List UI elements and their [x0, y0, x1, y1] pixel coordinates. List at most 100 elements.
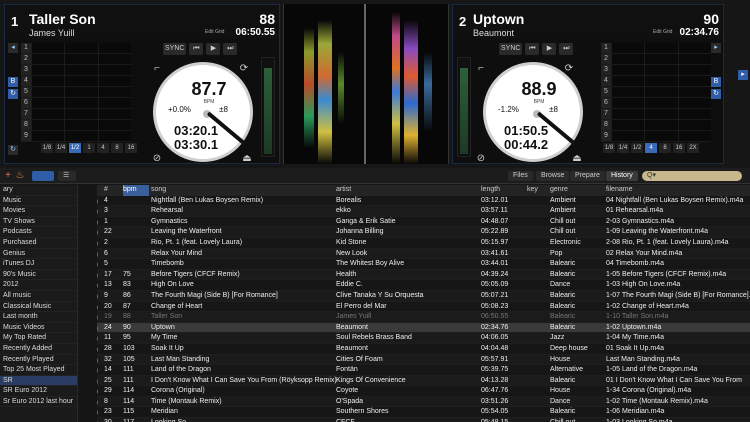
play-icon[interactable]: ▶	[206, 43, 221, 55]
table-row[interactable]: 30117Looking SoCFCF05:48.15 Chill out1-03…	[97, 418, 750, 422]
deck-1-loop-side[interactable]: ↻	[8, 89, 18, 99]
pad-row[interactable]: 9	[21, 131, 131, 142]
sidebar-item[interactable]: Music	[0, 196, 77, 207]
deck-1-sync-side[interactable]: B	[8, 77, 18, 87]
table-row[interactable]: 2 Rio, Pt. 1 (feat. Lovely Laura) Kid Ston…	[97, 238, 750, 249]
table-row[interactable]: 5 Timebomb The Whitest Boy Alive 03:44.01 Ba…	[97, 259, 750, 270]
sidebar-item[interactable]: My Top Rated	[0, 333, 77, 344]
table-row[interactable]: 24 90 Uptown Beaumont 02:34.76 Balearic 1-02 U…	[97, 322, 750, 334]
sidebar-item[interactable]: Recently Added	[0, 344, 77, 355]
pad-row[interactable]: 9	[601, 131, 711, 142]
deck-2-edit-grid[interactable]: Edit Grid	[653, 29, 672, 35]
loop-button[interactable]: 1/2	[631, 143, 643, 153]
table-row[interactable]: 17 75 Before Tigers (CFCF Remix) Health 04:3…	[97, 269, 750, 281]
sidebar-item[interactable]: Music Videos	[0, 323, 77, 334]
prev-track-icon[interactable]: ⏮	[525, 43, 540, 55]
search-input[interactable]: Q▾	[642, 171, 742, 181]
sync-button[interactable]: SYNC	[163, 43, 187, 55]
next-track-icon[interactable]: ⏭	[559, 43, 574, 55]
loop-button[interactable]: 1/8	[603, 143, 615, 153]
col-header-num[interactable]: #	[104, 185, 120, 196]
col-header-bpm[interactable]: bpm	[123, 185, 149, 196]
col-header-genre[interactable]: genre	[550, 185, 606, 196]
deck-1-repeat-icon[interactable]: ↻	[8, 145, 18, 155]
pad-row[interactable]: 8	[601, 120, 711, 131]
table-row[interactable]: 23 115 Meridian Southern Shores 05:54.05 Bale…	[97, 407, 750, 419]
deck-1-sync-icon[interactable]: ⟳	[238, 63, 250, 75]
loop-button[interactable]: 8	[659, 143, 671, 153]
pad-row[interactable]: 7	[601, 109, 711, 120]
loop-button[interactable]: 8	[111, 143, 123, 153]
pad-row[interactable]: 6	[601, 98, 711, 109]
sidebar-item[interactable]: 2012	[0, 280, 77, 291]
deck-1-edit-grid[interactable]: Edit Grid	[205, 29, 224, 35]
deck-2-loop-side[interactable]: ↻	[711, 89, 721, 99]
col-header-artist[interactable]: artist	[336, 185, 480, 196]
prev-track-icon[interactable]: ⏮	[189, 43, 204, 55]
table-row[interactable]: 22 Leaving the Waterfront Johanna Billing 0…	[97, 227, 750, 238]
pad-row[interactable]: 6	[21, 98, 131, 109]
sidebar-item[interactable]: Genius	[0, 249, 77, 260]
deck-1-platter[interactable]: 87.7 BPM +0.0% ±8 03:20.1 03:30.1	[153, 62, 253, 162]
table-row[interactable]: 28 103 Soak It Up Beaumont 04:04.48 Deep hous…	[97, 344, 750, 355]
col-header-filename[interactable]: filename	[606, 185, 750, 196]
table-row[interactable]: 4 Nightfall (Ben Lukas Boysen Remix) Borea…	[97, 196, 750, 207]
pad-row[interactable]: 3	[601, 65, 711, 76]
table-row[interactable]: 29 114 Corona (Original) Coyote 06:47.76 Hous…	[97, 386, 750, 397]
sidebar-item[interactable]: Classical Music	[0, 302, 77, 313]
deck-2-keylock-icon[interactable]: ⊘	[475, 153, 487, 165]
deck-2-sync-side[interactable]: B	[711, 77, 721, 87]
sidebar-item[interactable]: ary	[0, 185, 77, 196]
grid-view-icon[interactable]	[32, 171, 54, 181]
table-row[interactable]: 25 111 I Don't Know What I Can Save You Fr…	[97, 375, 750, 387]
fire-icon[interactable]: ♨	[14, 170, 26, 182]
table-row[interactable]: 32 105 Last Man Standing Cities Of Foam 05:5…	[97, 354, 750, 366]
loop-button[interactable]: 1/2	[69, 143, 81, 153]
loop-button[interactable]: 1	[83, 143, 95, 153]
loop-button[interactable]: 16	[125, 143, 137, 153]
pad-row[interactable]: 7	[21, 109, 131, 120]
pad-row[interactable]: 2	[601, 54, 711, 65]
loop-button[interactable]: 4	[97, 143, 109, 153]
pad-row[interactable]: 4	[21, 76, 131, 87]
sidebar-item[interactable]: All music	[0, 291, 77, 302]
sidebar-item[interactable]: SR Euro 2012	[0, 386, 77, 397]
loop-button[interactable]: 16	[673, 143, 685, 153]
sidebar-item[interactable]: Recently Played	[0, 355, 77, 366]
sidebar-item[interactable]: Purchased	[0, 238, 77, 249]
table-row[interactable]: 20 87 Change of Heart El Perro del Mar 05:08…	[97, 302, 750, 313]
sync-button[interactable]: SYNC	[499, 43, 523, 55]
sidebar-item[interactable]: SR	[0, 375, 77, 387]
loop-button[interactable]: 4	[645, 143, 657, 153]
loop-button[interactable]: 1/4	[617, 143, 629, 153]
sidebar-item[interactable]: iTunes DJ	[0, 259, 77, 270]
loop-button[interactable]: 2X	[687, 143, 699, 153]
sidebar-item[interactable]: Movies	[0, 206, 77, 217]
sidebar-item[interactable]: 90's Music	[0, 270, 77, 281]
list-view-icon[interactable]: ☰	[58, 171, 76, 181]
play-icon[interactable]: ▶	[542, 43, 557, 55]
table-row[interactable]: 13 83 High On Love Eddie C. 05:05.09 Dance 1-0…	[97, 280, 750, 291]
table-row[interactable]: 8 114 Time (Montauk Remix) O'Spada 03:51.26 D…	[97, 396, 750, 408]
loop-button[interactable]: 1/4	[55, 143, 67, 153]
loop-button[interactable]: 1/8	[41, 143, 53, 153]
sidebar-item[interactable]: Sr Euro 2012 last hour	[0, 397, 77, 408]
table-row[interactable]: 6 Relax Your Mind New Look 03:41.61 Pop 02 Re…	[97, 248, 750, 260]
pad-row[interactable]: 8	[21, 120, 131, 131]
col-header-song[interactable]: song	[151, 185, 337, 196]
table-row[interactable]: 19 88 Taller Son James Yuill 06:50.55 Baleari…	[97, 312, 750, 323]
pad-row[interactable]: 1	[601, 43, 711, 54]
browse-button[interactable]: Browse	[536, 171, 570, 181]
deck-1-side-button[interactable]: ◂	[8, 43, 18, 53]
pad-row[interactable]: 5	[21, 87, 131, 98]
right-edge-tab[interactable]: ▸	[738, 70, 748, 80]
pad-row[interactable]: 2	[21, 54, 131, 65]
table-row[interactable]: 1 Gymnastics Ganga & Erik Satie 04:48.07 Chi…	[97, 217, 750, 228]
sidebar-item[interactable]: Podcasts	[0, 227, 77, 238]
add-icon[interactable]: +	[2, 170, 14, 182]
deck-2-eject-icon[interactable]: ⏏	[571, 153, 583, 165]
pad-row[interactable]: 1	[21, 43, 131, 54]
table-row[interactable]: 11 95 My Time Soul Rebels Brass Band 04:06.0…	[97, 333, 750, 344]
pad-row[interactable]: 3	[21, 65, 131, 76]
deck-1-eject-icon[interactable]: ⏏	[241, 153, 253, 165]
